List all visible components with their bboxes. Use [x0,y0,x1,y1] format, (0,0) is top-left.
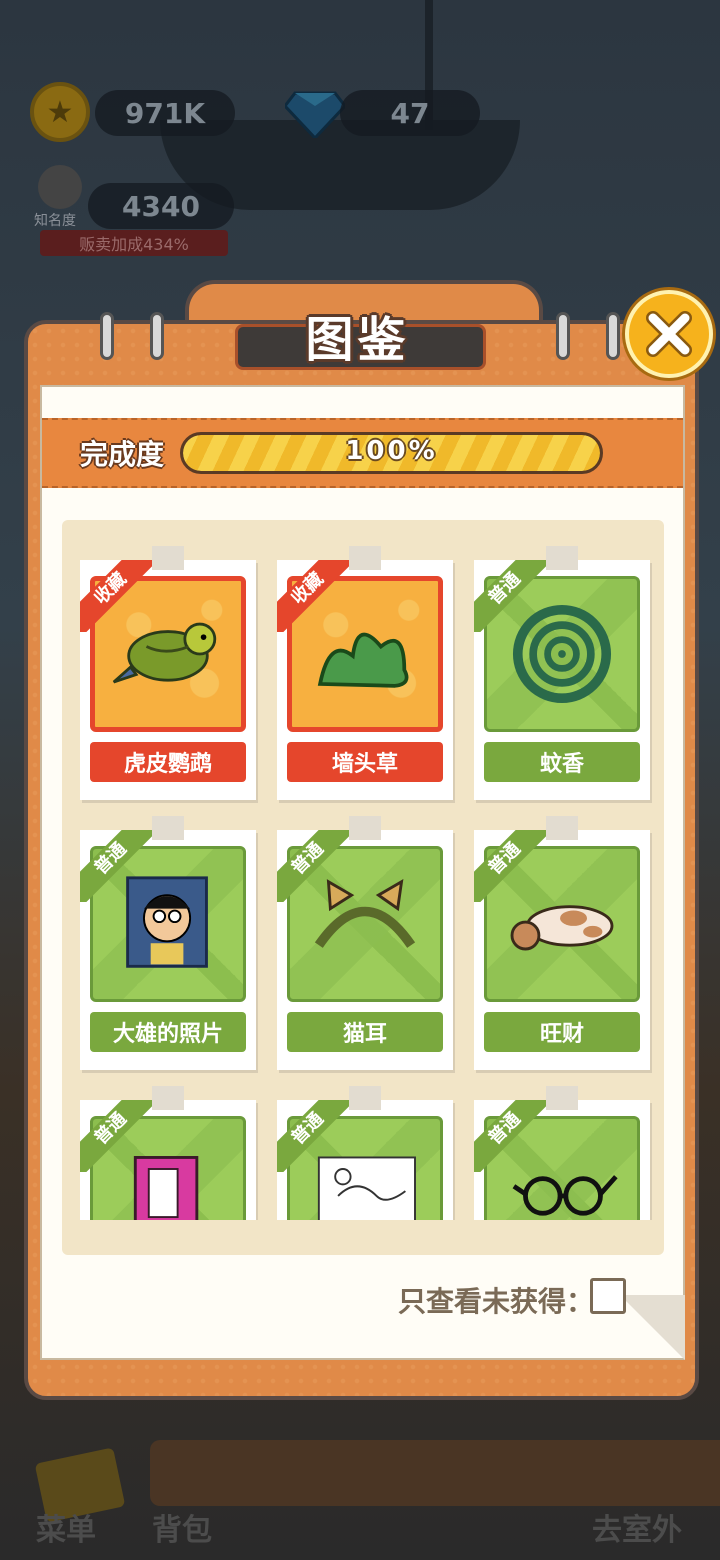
item-name: 大雄的照片 [90,1012,246,1052]
collection-card[interactable]: 普通蚊香 [474,546,650,800]
unobtained-only-checkbox[interactable] [590,1278,626,1314]
menu-button[interactable]: 菜单 [36,1505,96,1549]
collection-card[interactable]: 普通 [474,1086,650,1220]
rarity-ribbon: 普通 [80,830,152,902]
binder-ring [100,312,114,360]
bag-button[interactable]: 背包 [152,1505,212,1549]
rarity-ribbon: 普通 [474,1100,546,1172]
go-outside-button[interactable]: 去室外 [592,1505,682,1549]
rarity-tag: 普通 [80,830,152,902]
binder-ring [556,312,570,360]
tape [546,546,578,570]
sales-bonus-badge: 贩卖加成434% [40,230,228,256]
collection-card[interactable]: 普通 [277,1086,453,1220]
rarity-tag: 普通 [474,1100,546,1172]
collection-card[interactable]: 普通猫耳 [277,816,453,1070]
tape [349,546,381,570]
collection-grid[interactable]: 收藏 虎皮鹦鹉 收藏 墙头草 普通 蚊香 普通 大雄的照片 普通 猫耳 普通 旺财 普通 普通 普通 [62,540,664,1220]
rarity-ribbon: 收藏 [277,560,349,632]
tape [349,1086,381,1110]
coin-icon: ★ [30,82,90,142]
fame-avatar [38,165,82,209]
tape [546,1086,578,1110]
rarity-tag: 收藏 [277,560,349,632]
binder-ring [150,312,164,360]
rarity-tag: 普通 [474,830,546,902]
binder-ring [606,312,620,360]
filter-label: 只查看未获得： [398,1285,595,1318]
tape [152,546,184,570]
gem-icon [285,91,345,138]
progress-label: 完成度 [80,438,165,471]
rarity-tag: 普通 [277,830,349,902]
collection-card[interactable]: 收藏墙头草 [277,546,453,800]
item-name: 猫耳 [287,1012,443,1052]
tape [152,816,184,840]
rarity-ribbon: 普通 [474,830,546,902]
item-name: 蚊香 [484,742,640,782]
collection-card[interactable]: 收藏虎皮鹦鹉 [80,546,256,800]
rarity-ribbon: 普通 [474,560,546,632]
rarity-tag: 普通 [277,1100,349,1172]
rarity-tag: 收藏 [80,560,152,632]
collection-card[interactable]: 普通旺财 [474,816,650,1070]
rarity-tag: 普通 [474,560,546,632]
tape [349,816,381,840]
collection-card[interactable]: 普通大雄的照片 [80,816,256,1070]
item-name: 虎皮鹦鹉 [90,742,246,782]
rarity-ribbon: 收藏 [80,560,152,632]
rarity-ribbon: 普通 [277,1100,349,1172]
tape [546,816,578,840]
modal-title: 图鉴 [305,312,410,368]
collection-card[interactable]: 普通 [80,1086,256,1220]
item-name: 墙头草 [287,742,443,782]
gem-count: 47 [340,90,480,136]
progress-percent: 100% [345,436,438,466]
rarity-ribbon: 普通 [80,1100,152,1172]
coin-count: 971K [95,90,235,136]
close-icon [646,311,692,357]
page-curl [620,1295,685,1360]
bottom-bar [150,1440,720,1506]
rarity-tag: 普通 [80,1100,152,1172]
fame-label: 知名度 [34,213,76,229]
close-button[interactable] [625,290,713,378]
fame-count: 4340 [88,183,234,229]
tape [152,1086,184,1110]
rarity-ribbon: 普通 [277,830,349,902]
item-name: 旺财 [484,1012,640,1052]
